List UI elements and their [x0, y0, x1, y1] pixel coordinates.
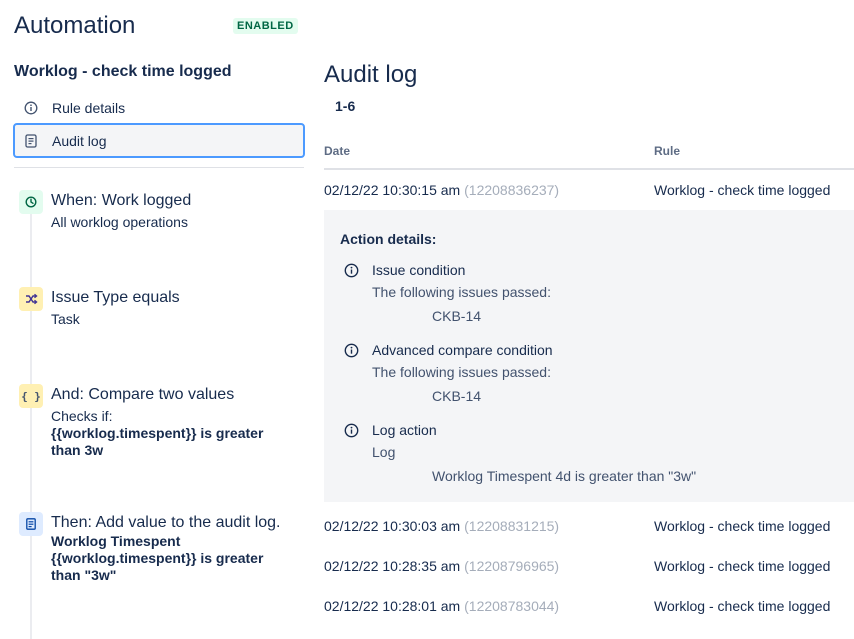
row-date-text: 02/12/22 10:28:01 am [324, 598, 461, 614]
row-rule: Worklog - check time logged [654, 598, 831, 614]
row-date-text: 02/12/22 10:30:03 am [324, 518, 461, 534]
table-row[interactable]: 02/12/22 10:30:03 am (12208831215) Workl… [324, 506, 854, 546]
nav-rule-details-label: Rule details [52, 99, 126, 116]
table-row[interactable]: 02/12/22 10:28:01 am (12208783044) Workl… [324, 586, 854, 626]
step-trigger[interactable]: When: Work logged All worklog operations [19, 190, 289, 231]
row-date: 02/12/22 10:30:15 am (12208836237) [324, 182, 559, 198]
action-subtitle: The following issues passed: [372, 364, 551, 380]
rule-name: Worklog - check time logged [14, 63, 232, 80]
column-header-rule[interactable]: Rule [654, 144, 680, 158]
column-header-date[interactable]: Date [324, 144, 350, 158]
row-date: 02/12/22 10:28:01 am (12208783044) [324, 598, 559, 614]
row-id: (12208836237) [464, 182, 560, 198]
sidebar-divider [14, 167, 304, 168]
shuffle-icon [19, 287, 43, 311]
info-icon [344, 263, 359, 281]
action-subtitle: Log [372, 444, 396, 460]
step-condition-compare[interactable]: { } And: Compare two values Checks if: {… [19, 384, 289, 459]
row-id: (12208831215) [464, 518, 560, 534]
action-details-title: Action details: [340, 231, 437, 247]
action-value[interactable]: CKB-14 [432, 308, 481, 324]
action-value: Worklog Timespent 4d is greater than "3w… [432, 468, 697, 484]
result-range: 1-6 [335, 98, 356, 114]
main-title: Audit log [324, 61, 418, 88]
step-subtitle: Task [51, 311, 80, 327]
nav-audit-log-label: Audit log [52, 132, 107, 149]
row-rule: Worklog - check time logged [654, 518, 831, 534]
page-title: Automation [14, 12, 136, 39]
row-date: 02/12/22 10:28:35 am (12208796965) [324, 558, 559, 574]
row-id: (12208796965) [464, 558, 560, 574]
log-icon [19, 512, 43, 536]
info-icon [344, 343, 359, 361]
row-rule: Worklog - check time logged [654, 182, 831, 198]
row-date-text: 02/12/22 10:30:15 am [324, 182, 461, 198]
row-date: 02/12/22 10:30:03 am (12208831215) [324, 518, 559, 534]
step-detail: Worklog Timespent {{worklog.timespent}} … [51, 533, 264, 583]
info-icon [344, 423, 359, 441]
row-rule: Worklog - check time logged [654, 558, 831, 574]
step-subtitle: Checks if: [51, 408, 113, 424]
step-condition-issue-type[interactable]: Issue Type equals Task [19, 287, 289, 328]
step-title: When: Work logged [51, 192, 192, 209]
step-title: And: Compare two values [51, 386, 235, 403]
clock-icon [19, 190, 43, 214]
step-action-log[interactable]: Then: Add value to the audit log. Worklo… [19, 512, 289, 584]
braces-icon: { } [19, 384, 43, 408]
table-row[interactable]: 02/12/22 10:28:35 am (12208796965) Workl… [324, 546, 854, 586]
action-title: Issue condition [372, 262, 466, 278]
action-title: Log action [372, 422, 437, 438]
nav-audit-log[interactable]: Audit log [13, 123, 305, 158]
table-row[interactable]: 02/12/22 10:30:15 am (12208836237) Workl… [324, 170, 854, 210]
step-title: Issue Type equals [51, 289, 180, 306]
step-subtitle: All worklog operations [51, 214, 188, 230]
status-badge: ENABLED [233, 18, 298, 34]
document-icon [22, 133, 40, 148]
step-detail: {{worklog.timespent}} is greater than 3w [51, 425, 264, 458]
info-icon [22, 101, 40, 115]
nav-rule-details[interactable]: Rule details [13, 90, 305, 125]
row-id: (12208783044) [464, 598, 560, 614]
action-title: Advanced compare condition [372, 342, 553, 358]
step-title: Then: Add value to the audit log. [51, 514, 281, 531]
action-value[interactable]: CKB-14 [432, 388, 481, 404]
action-details-panel: Action details: Issue condition The foll… [324, 210, 854, 502]
action-subtitle: The following issues passed: [372, 284, 551, 300]
row-date-text: 02/12/22 10:28:35 am [324, 558, 461, 574]
